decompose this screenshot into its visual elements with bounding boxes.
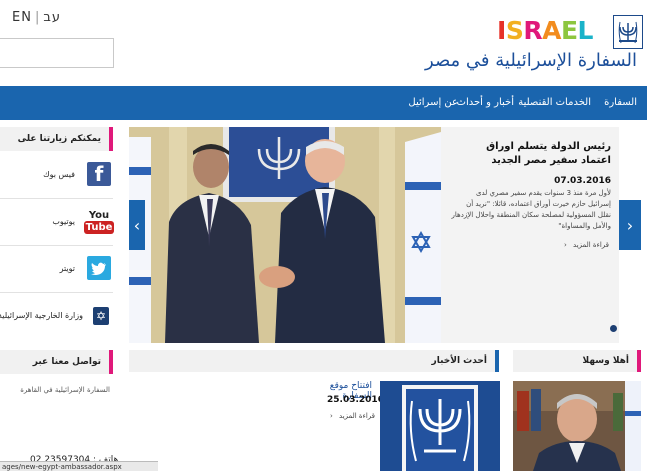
logo-letter: E (560, 16, 578, 45)
hero-summary: لأول مرة منذ 3 سنوات يقدم سفير مصري لدى … (451, 189, 612, 230)
sidebar-item-twitter[interactable]: تويتر (0, 246, 113, 293)
chevron-left-icon: ‹ (330, 412, 333, 420)
logo-letter: L (577, 16, 594, 45)
news-read-more-label: قراءة المزيد (339, 412, 375, 420)
sidebar-item-mfa[interactable]: وزارة الخارجية الإسرائيلية ✡ (0, 293, 113, 339)
language-switcher: EN | עב (12, 10, 61, 25)
hero-headline[interactable]: رئيس الدولة يتسلم اوراق اعتماد سفير مصر … (461, 140, 611, 168)
chevron-left-icon: ‹ (133, 215, 141, 235)
youtube-label: يوتيوب (52, 217, 75, 226)
carousel-prev-button[interactable]: ‹ (129, 200, 145, 250)
mfa-icon[interactable]: ✡ (93, 307, 109, 325)
lang-en-link[interactable]: EN (12, 10, 32, 25)
mfa-label: وزارة الخارجية الإسرائيلية (0, 311, 83, 320)
chevron-left-icon: ‹ (564, 241, 567, 249)
news-read-more-link[interactable]: قراءة المزيد ‹ (330, 412, 375, 420)
news-section-title: أحدث الأخبار (129, 350, 499, 372)
hero-read-more-label: قراءة المزيد (573, 241, 609, 249)
nav-news-events[interactable]: أخبار و أحداث (457, 86, 514, 120)
welcome-section-title: أهلا وسهلا (513, 350, 641, 372)
youtube-icon[interactable]: You Tube (83, 205, 115, 239)
news-item-date: 25.03.2016 (327, 395, 384, 405)
facebook-label: فيس بوك (43, 170, 75, 179)
facebook-icon[interactable]: f (87, 162, 111, 186)
sidebar-follow-title: يمكنكم زيارتنا على (0, 127, 113, 151)
lang-he-link[interactable]: עב (43, 10, 61, 25)
twitter-icon[interactable] (87, 256, 111, 280)
ambassador-photo[interactable] (513, 381, 641, 471)
carousel-next-button[interactable]: › (619, 200, 641, 250)
state-emblem-icon (613, 15, 643, 49)
news-thumbnail[interactable] (380, 381, 500, 471)
sidebar-item-facebook[interactable]: فيس بوك f (0, 152, 113, 199)
browser-status-bar: ages/new-egypt-ambassador.aspx (0, 461, 158, 471)
main-navigation: السفارة الخدمات القنصلية أخبار و أحداث ع… (0, 86, 647, 120)
logo-letter: A (542, 16, 561, 45)
nav-about-israel[interactable]: عن إسرائيل (408, 86, 458, 120)
site-title: السفارة الإسرائيلية في مصر (425, 50, 637, 71)
sidebar-item-youtube[interactable]: يوتيوب You Tube (0, 199, 115, 246)
logo-letter: I (497, 16, 506, 45)
search-input[interactable] (0, 38, 114, 68)
logo-letter: S (505, 16, 524, 45)
contact-embassy-cairo: السفارة الإسرائيلية في القاهرة (20, 386, 110, 394)
hero-read-more-link[interactable]: قراءة المزيد ‹ (564, 241, 609, 249)
hero-photo[interactable] (129, 127, 441, 343)
sidebar-contact-title: تواصل معنا عبر (0, 350, 113, 374)
logo-letter: R (523, 16, 543, 45)
nav-embassy[interactable]: السفارة (604, 86, 637, 120)
chevron-right-icon: › (626, 215, 634, 235)
twitter-label: تويتر (59, 264, 75, 273)
nav-consular-services[interactable]: الخدمات القنصلية (518, 86, 591, 120)
carousel-dot[interactable] (610, 325, 617, 332)
hero-date: 07.03.2016 (554, 176, 611, 186)
